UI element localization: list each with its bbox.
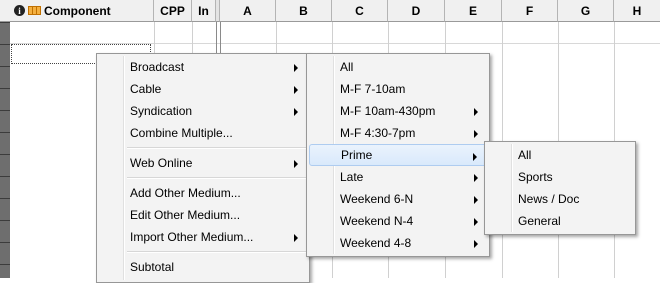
cpp-header-label: CPP xyxy=(160,3,185,18)
submenu-arrow-icon xyxy=(474,174,478,182)
menu-item-label: Weekend N-4 xyxy=(340,214,414,228)
prime-item-sports[interactable]: Sports xyxy=(487,166,633,188)
column-header-a[interactable]: A xyxy=(220,0,276,22)
menu-item-edit-other-medium[interactable]: Edit Other Medium... xyxy=(99,204,307,226)
broadcast-item-prime[interactable]: Prime xyxy=(309,144,487,166)
menu-item-label: Web Online xyxy=(130,156,193,170)
column-b-label: B xyxy=(299,3,308,18)
menu-item-label: Broadcast xyxy=(130,60,185,74)
submenu-arrow-icon xyxy=(474,108,478,116)
menu-item-label: General xyxy=(518,214,561,228)
submenu-arrow-icon xyxy=(294,86,298,94)
menu-item-label: M-F 10am-430pm xyxy=(340,104,436,118)
column-header-g[interactable]: G xyxy=(558,0,614,22)
info-icon[interactable]: i xyxy=(14,5,25,16)
menu-item-label: All xyxy=(340,60,354,74)
menu-item-label: Syndication xyxy=(130,104,193,118)
menu-item-label: Cable xyxy=(130,82,162,96)
context-menu: Broadcast Cable Syndication Combine Mult… xyxy=(96,53,310,283)
menu-item-label: Late xyxy=(340,170,364,184)
menu-item-label: Add Other Medium... xyxy=(130,186,241,200)
menu-item-label: Weekend 6-N xyxy=(340,192,414,206)
menu-item-label: M-F 7-10am xyxy=(340,82,406,96)
grid-icon[interactable] xyxy=(28,6,41,15)
submenu-arrow-icon xyxy=(294,64,298,72)
column-header-h[interactable]: H xyxy=(614,0,660,22)
component-header-label: Component xyxy=(44,3,111,18)
submenu-arrow-icon xyxy=(473,153,477,161)
menu-item-broadcast[interactable]: Broadcast xyxy=(99,56,307,78)
menu-item-import-other-medium[interactable]: Import Other Medium... xyxy=(99,226,307,248)
broadcast-item-weekend-6-n[interactable]: Weekend 6-N xyxy=(309,188,487,210)
broadcast-submenu: All M-F 7-10am M-F 10am-430pm M-F 4:30-7… xyxy=(306,53,490,257)
menu-item-label: Prime xyxy=(341,148,373,162)
row-gutter[interactable] xyxy=(0,0,10,278)
broadcast-item-weekend-4-8[interactable]: Weekend 4-8 xyxy=(309,232,487,254)
column-f-label: F xyxy=(525,3,534,18)
broadcast-item-mf-430-7pm[interactable]: M-F 4:30-7pm xyxy=(309,122,487,144)
column-header-b[interactable]: B xyxy=(276,0,332,22)
menu-separator xyxy=(127,177,307,179)
menu-item-label: Weekend 4-8 xyxy=(340,236,412,250)
prime-submenu: All Sports News / Doc General xyxy=(484,141,636,235)
submenu-arrow-icon xyxy=(294,234,298,242)
in-column-header[interactable]: In xyxy=(192,0,216,22)
submenu-arrow-icon xyxy=(474,130,478,138)
in-header-label: In xyxy=(198,3,209,18)
submenu-arrow-icon xyxy=(294,160,298,168)
cpp-column-header[interactable]: CPP xyxy=(154,0,192,22)
menu-item-label: Import Other Medium... xyxy=(130,230,254,244)
menu-item-syndication[interactable]: Syndication xyxy=(99,100,307,122)
broadcast-item-late[interactable]: Late xyxy=(309,166,487,188)
submenu-arrow-icon xyxy=(474,196,478,204)
menu-item-label: Edit Other Medium... xyxy=(130,208,241,222)
prime-item-news-doc[interactable]: News / Doc xyxy=(487,188,633,210)
submenu-arrow-icon xyxy=(474,218,478,226)
submenu-arrow-icon xyxy=(294,108,298,116)
column-e-label: E xyxy=(468,3,477,18)
column-g-label: G xyxy=(580,3,591,18)
menu-item-label: M-F 4:30-7pm xyxy=(340,126,416,140)
menu-item-web-online[interactable]: Web Online xyxy=(99,152,307,174)
broadcast-item-all[interactable]: All xyxy=(309,56,487,78)
menu-separator xyxy=(127,251,307,253)
column-header-d[interactable]: D xyxy=(388,0,445,22)
column-h-label: H xyxy=(632,3,642,18)
menu-separator xyxy=(127,147,307,149)
column-header-f[interactable]: F xyxy=(502,0,558,22)
prime-item-general[interactable]: General xyxy=(487,210,633,232)
menu-item-label: Subtotal xyxy=(130,260,175,274)
submenu-arrow-icon xyxy=(474,240,478,248)
column-c-label: C xyxy=(355,3,364,18)
menu-item-cable[interactable]: Cable xyxy=(99,78,307,100)
menu-item-combine-multiple[interactable]: Combine Multiple... xyxy=(99,122,307,144)
menu-item-add-other-medium[interactable]: Add Other Medium... xyxy=(99,182,307,204)
corner-cell xyxy=(0,0,10,22)
menu-item-label: All xyxy=(518,148,532,162)
menu-item-label: Sports xyxy=(518,170,553,184)
menu-item-subtotal[interactable]: Subtotal xyxy=(99,256,307,278)
component-column-header[interactable]: i Component xyxy=(10,0,154,22)
column-a-label: A xyxy=(243,3,252,18)
menu-item-label: News / Doc xyxy=(518,192,580,206)
broadcast-item-mf-10am-430pm[interactable]: M-F 10am-430pm xyxy=(309,100,487,122)
broadcast-item-mf-7-10am[interactable]: M-F 7-10am xyxy=(309,78,487,100)
prime-item-all[interactable]: All xyxy=(487,144,633,166)
menu-item-label: Combine Multiple... xyxy=(130,126,233,140)
column-header-c[interactable]: C xyxy=(332,0,388,22)
broadcast-item-weekend-n-4[interactable]: Weekend N-4 xyxy=(309,210,487,232)
column-d-label: D xyxy=(411,3,421,18)
column-header-e[interactable]: E xyxy=(445,0,502,22)
